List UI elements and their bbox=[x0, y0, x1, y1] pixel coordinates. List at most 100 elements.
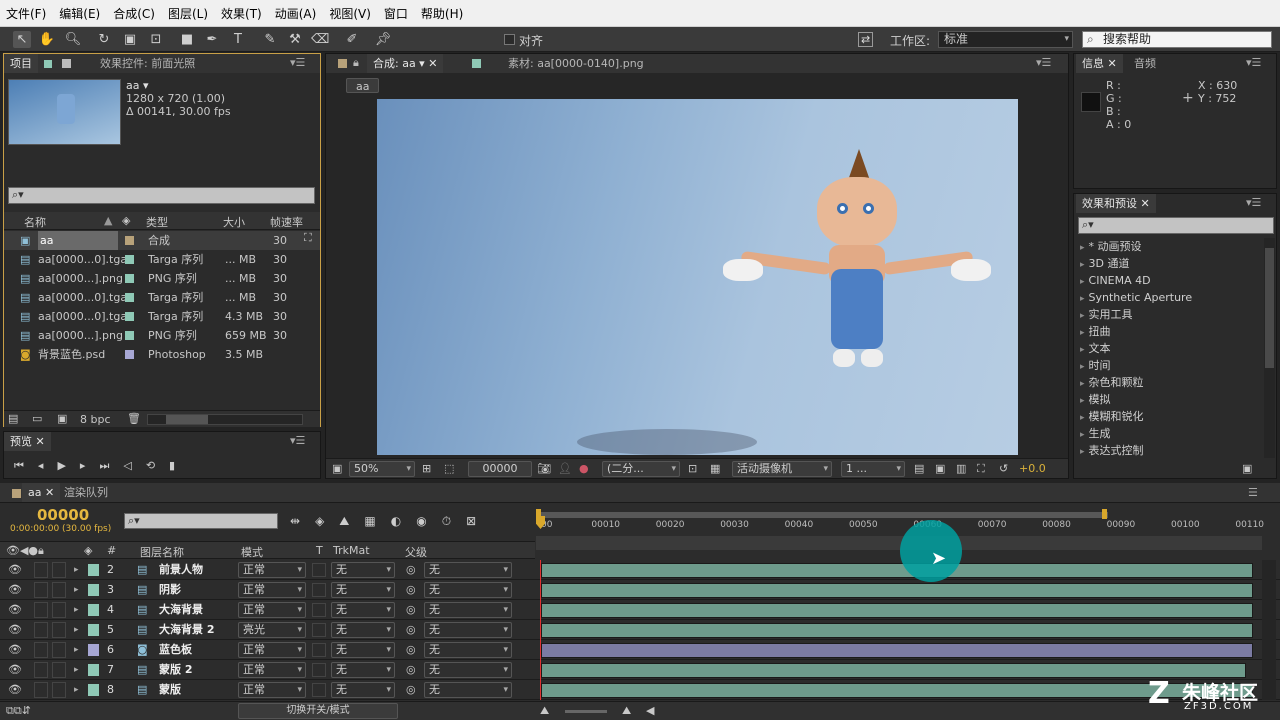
region-of-interest-icon[interactable]: ⊡ bbox=[688, 462, 697, 475]
effect-category[interactable]: 杂色和颗粒 bbox=[1074, 374, 1262, 391]
preserve-transparency-switch[interactable] bbox=[312, 643, 326, 657]
safe-zones-icon[interactable]: ⊞ bbox=[422, 462, 431, 475]
audio-icon[interactable]: ◁ bbox=[123, 459, 145, 472]
project-search-input[interactable]: ⌕▾ bbox=[8, 187, 315, 204]
layer-duration-bar[interactable] bbox=[541, 663, 1246, 678]
toggle-switches-modes-button[interactable]: 切换开关/模式 bbox=[238, 703, 398, 719]
auto-keyframe-icon[interactable]: ⏱ bbox=[442, 514, 466, 528]
col-size[interactable]: 大小 bbox=[223, 214, 245, 230]
solo-switch[interactable] bbox=[34, 642, 48, 658]
expand-arrow-icon[interactable]: ▸ bbox=[74, 662, 79, 678]
menu-edit[interactable]: 编辑(E) bbox=[59, 5, 100, 22]
menu-composition[interactable]: 合成(C) bbox=[113, 5, 155, 22]
new-comp-icon[interactable]: ▣ bbox=[57, 412, 67, 425]
preserve-transparency-switch[interactable] bbox=[312, 623, 326, 637]
project-item[interactable]: ▤ aa[0000...0].tga Targa 序列 4.3 MB 30 bbox=[4, 307, 320, 326]
expand-arrow-icon[interactable]: ▸ bbox=[74, 622, 79, 638]
timeline-timecode[interactable]: 00000 bbox=[37, 506, 89, 524]
mode-select[interactable]: 正常 bbox=[238, 642, 306, 658]
parent-select[interactable]: 无 bbox=[424, 562, 512, 578]
mode-select[interactable]: 正常 bbox=[238, 602, 306, 618]
trkmat-select[interactable]: 无 bbox=[331, 662, 395, 678]
effect-category[interactable]: 模拟 bbox=[1074, 391, 1262, 408]
preserve-transparency-switch[interactable] bbox=[312, 563, 326, 577]
effects-scrollbar[interactable] bbox=[1264, 238, 1275, 458]
comp-breadcrumb[interactable]: aa bbox=[346, 78, 380, 93]
panel-menu-icon[interactable]: ▾☰ bbox=[1036, 56, 1051, 69]
next-frame-icon[interactable]: ▸ bbox=[80, 459, 100, 472]
pick-whip-icon[interactable]: ◎ bbox=[406, 622, 416, 638]
item-label-color[interactable] bbox=[125, 274, 134, 283]
item-label-color[interactable] bbox=[125, 331, 134, 340]
layer-duration-bar[interactable] bbox=[541, 683, 1253, 698]
effect-category[interactable]: * 动画预设 bbox=[1074, 238, 1262, 255]
zoom-slider[interactable] bbox=[565, 710, 607, 713]
effect-category[interactable]: 表达式控制 bbox=[1074, 442, 1262, 459]
project-item[interactable]: ▣ aa 合成 30 bbox=[4, 231, 320, 250]
solo-switch[interactable] bbox=[34, 602, 48, 618]
current-time-field[interactable]: 00000 bbox=[468, 461, 532, 477]
item-label-color[interactable] bbox=[125, 255, 134, 264]
layer-label-color[interactable] bbox=[88, 564, 99, 576]
pick-whip-icon[interactable]: ◎ bbox=[406, 582, 416, 598]
layer-name[interactable]: 蒙版 2 bbox=[159, 662, 192, 678]
mode-select[interactable]: 正常 bbox=[238, 662, 306, 678]
scroll-thumb[interactable] bbox=[166, 415, 208, 424]
solo-switch[interactable] bbox=[34, 582, 48, 598]
pick-whip-icon[interactable]: ◎ bbox=[406, 662, 416, 678]
col-layer-name[interactable]: 图层名称 bbox=[140, 544, 184, 560]
snapshot-icon[interactable]: 📷︎ bbox=[537, 462, 551, 475]
item-label-color[interactable] bbox=[125, 293, 134, 302]
layer-label-color[interactable] bbox=[88, 624, 99, 636]
work-area-bar[interactable] bbox=[538, 512, 1108, 518]
brainstorm-icon[interactable]: ◉ bbox=[416, 514, 441, 528]
expand-arrow-icon[interactable]: ▸ bbox=[74, 602, 79, 618]
comp-mini-flowchart-icon[interactable]: ⇹ bbox=[290, 514, 315, 528]
tab-composition[interactable]: 合成: aa ▾ ✕ bbox=[367, 54, 444, 73]
project-item[interactable]: ◙ 背景蓝色.psd Photoshop 3.5 MB bbox=[4, 345, 320, 364]
layer-name[interactable]: 蒙版 bbox=[159, 682, 181, 698]
interpret-footage-icon[interactable]: ▤ bbox=[8, 412, 18, 425]
rotate-tool-icon[interactable]: ↻ bbox=[95, 31, 113, 48]
pick-whip-icon[interactable]: ◎ bbox=[406, 642, 416, 658]
text-tool-icon[interactable]: T bbox=[229, 31, 247, 48]
ram-preview-icon[interactable]: ▮ bbox=[169, 459, 189, 472]
parent-select[interactable]: 无 bbox=[424, 682, 512, 698]
preserve-transparency-switch[interactable] bbox=[312, 683, 326, 697]
menu-effect[interactable]: 效果(T) bbox=[221, 5, 262, 22]
effect-category[interactable]: CINEMA 4D bbox=[1074, 272, 1262, 289]
parent-select[interactable]: 无 bbox=[424, 622, 512, 638]
layer-duration-bar[interactable] bbox=[541, 643, 1253, 658]
camera-tool-icon[interactable]: ▣ bbox=[121, 31, 139, 48]
expand-arrow-icon[interactable]: ▸ bbox=[74, 682, 79, 698]
effect-category[interactable]: 时间 bbox=[1074, 357, 1262, 374]
layer-name[interactable]: 前景人物 bbox=[159, 562, 203, 578]
mode-select[interactable]: 正常 bbox=[238, 682, 306, 698]
layer-label-color[interactable] bbox=[88, 604, 99, 616]
last-frame-icon[interactable]: ⏭ bbox=[99, 459, 123, 472]
clone-stamp-tool-icon[interactable]: ⚒ bbox=[286, 31, 304, 48]
hand-tool-icon[interactable]: ✋ bbox=[38, 31, 56, 48]
pick-whip-icon[interactable]: ◎ bbox=[406, 562, 416, 578]
parent-select[interactable]: 无 bbox=[424, 662, 512, 678]
tab-render-queue[interactable]: 渲染队列 bbox=[58, 483, 114, 502]
tab-audio[interactable]: 音频 bbox=[1128, 54, 1162, 73]
flowchart-icon[interactable]: ⛶ bbox=[304, 231, 312, 245]
always-preview-icon[interactable]: ▣ bbox=[332, 462, 342, 475]
parent-select[interactable]: 无 bbox=[424, 642, 512, 658]
reset-exposure-icon[interactable]: ↺ bbox=[999, 462, 1008, 475]
expand-arrow-icon[interactable]: ▸ bbox=[74, 642, 79, 658]
menu-animation[interactable]: 动画(A) bbox=[275, 5, 317, 22]
trkmat-select[interactable]: 无 bbox=[331, 682, 395, 698]
fast-preview-icon[interactable]: ▣ bbox=[935, 462, 945, 475]
lock-switch[interactable] bbox=[52, 622, 66, 638]
layer-name[interactable]: 大海背景 2 bbox=[159, 622, 214, 638]
col-fps[interactable]: 帧速率 bbox=[270, 214, 303, 230]
effect-category[interactable]: Synthetic Aperture bbox=[1074, 289, 1262, 306]
composition-canvas[interactable] bbox=[377, 99, 1018, 455]
layer-row[interactable]: 👁︎ ▸ 7 ▤ 蒙版 2 正常 无 ◎ 无 bbox=[0, 660, 1280, 680]
zoom-tool-icon[interactable]: 🔍︎ bbox=[64, 31, 82, 48]
layer-row[interactable]: 👁︎ ▸ 4 ▤ 大海背景 正常 无 ◎ 无 bbox=[0, 600, 1280, 620]
menu-layer[interactable]: 图层(L) bbox=[168, 5, 208, 22]
puppet-pin-tool-icon[interactable]: 📌︎ bbox=[374, 31, 392, 48]
